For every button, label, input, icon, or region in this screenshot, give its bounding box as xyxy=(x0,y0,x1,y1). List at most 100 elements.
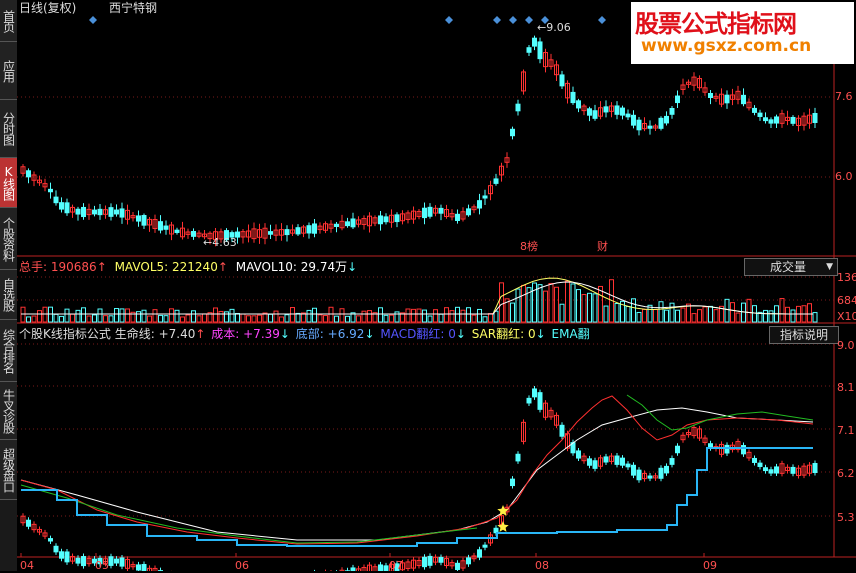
arrow-up-icon: ↑ xyxy=(218,260,228,274)
candle-body xyxy=(588,109,592,115)
volume-bar xyxy=(659,302,663,322)
indicator-candle-body xyxy=(60,552,64,558)
candle-body xyxy=(538,42,542,59)
sidebar-tab-6[interactable]: 综合排名 xyxy=(0,320,17,382)
sidebar-tab-2[interactable]: 分时图 xyxy=(0,100,17,158)
volume-bar xyxy=(736,313,740,322)
indicator-axis-label: 6.2 xyxy=(837,467,855,481)
candle-body xyxy=(76,209,80,214)
sidebar-tab-7[interactable]: 牛叉诊股 xyxy=(0,382,17,440)
volume-bar xyxy=(698,310,702,322)
volume-bar xyxy=(54,314,58,322)
indicator-candle-body xyxy=(109,557,113,566)
volume-bar xyxy=(533,283,537,322)
sidebar-tab-4[interactable]: 个股资料 xyxy=(0,208,17,270)
ma-green-line xyxy=(627,395,813,430)
volume-bar xyxy=(395,312,399,322)
event-label-1[interactable]: 8榜 xyxy=(520,240,538,254)
volume-bar xyxy=(115,309,119,322)
mavol10-value: 29.74万 xyxy=(301,260,347,274)
volume-bar xyxy=(604,306,608,322)
volume-axis-label: X10 xyxy=(837,310,856,324)
indicator-candle-body xyxy=(670,459,674,465)
candle-body xyxy=(527,48,531,53)
ema-label: EMA翻 xyxy=(552,327,590,341)
macd-value: 0 xyxy=(448,327,456,341)
indicator-candle-body xyxy=(27,520,31,526)
volume-bar xyxy=(104,316,108,322)
bottom-line xyxy=(21,448,813,546)
volume-bar xyxy=(780,299,784,322)
indicator-candle-body xyxy=(753,458,757,462)
kline-chart[interactable] xyxy=(17,0,856,571)
candle-body xyxy=(423,208,427,217)
indicator-legend: 个股K线指标公式 生命线: +7.40↑ 成本: +7.39↓ 底部: +6.9… xyxy=(19,327,590,341)
indicator-candle-body xyxy=(483,545,487,547)
volume-bar xyxy=(478,309,482,322)
chevron-down-icon: ▼ xyxy=(826,259,833,275)
sidebar-tab-1[interactable]: 应用 xyxy=(0,42,17,100)
volume-bar xyxy=(555,287,559,322)
candle-body xyxy=(346,222,350,226)
volume-bar xyxy=(164,316,168,322)
price-axis-label: 7.6 xyxy=(835,90,853,104)
volume-bar xyxy=(450,311,454,322)
volume-bar xyxy=(692,314,696,322)
candle-body xyxy=(296,228,300,234)
volume-bar xyxy=(98,309,102,322)
candle-body xyxy=(109,208,113,217)
volume-bar xyxy=(120,309,124,322)
indicator-candle-body xyxy=(659,468,663,478)
sar-label: SAR翻红: xyxy=(472,327,524,341)
volume-bar xyxy=(681,308,685,322)
volume-bar xyxy=(472,315,476,322)
indicator-help-button[interactable]: 指标说明 xyxy=(769,326,839,344)
candle-body xyxy=(192,232,196,237)
indicator-candle-body xyxy=(49,539,53,541)
volume-bar xyxy=(175,310,179,322)
volume-bar xyxy=(637,312,641,322)
indicator-candle-body xyxy=(428,556,432,565)
chart-mode-label[interactable]: 日线(复权) xyxy=(19,1,76,15)
indicator-candle-body xyxy=(769,470,773,473)
candle-body xyxy=(626,114,630,117)
candle-body xyxy=(65,203,69,213)
indicator-candle-body xyxy=(456,563,460,569)
volume-bar xyxy=(406,309,410,322)
volume-bar xyxy=(236,313,240,322)
volume-bar xyxy=(412,309,416,322)
sidebar-tab-3[interactable]: K线图 xyxy=(0,158,17,208)
volume-bar xyxy=(280,317,284,322)
indicator-candle-body xyxy=(76,558,80,563)
volume-bar xyxy=(500,283,504,322)
volume-bar xyxy=(32,316,36,322)
volume-indicator-dropdown[interactable]: 成交量 ▼ xyxy=(744,258,838,276)
volume-bar xyxy=(318,315,322,322)
indicator-candle-body xyxy=(665,466,669,473)
volume-bar xyxy=(247,316,251,322)
indicator-candle-body xyxy=(648,476,652,478)
candle-body xyxy=(142,216,146,226)
indicator-candle-body xyxy=(65,552,69,562)
volume-bar xyxy=(632,299,636,322)
volume-bar xyxy=(582,295,586,322)
candle-body xyxy=(533,38,537,46)
candle-body xyxy=(516,104,520,111)
indicator-name[interactable]: 个股K线指标公式 xyxy=(19,327,111,341)
sidebar-tab-5[interactable]: 自选股 xyxy=(0,270,17,320)
candle-body xyxy=(742,95,746,103)
candle-body xyxy=(775,117,779,123)
volume-legend: 总手: 190686↑ MAVOL5: 221240↑ MAVOL10: 29.… xyxy=(19,260,357,274)
volume-bar xyxy=(791,310,795,322)
volume-bar xyxy=(170,309,174,322)
event-label-2[interactable]: 财 xyxy=(597,240,608,254)
volume-bar xyxy=(219,311,223,322)
volume-bar xyxy=(71,314,75,322)
candle-body xyxy=(269,232,273,235)
volume-bar xyxy=(335,316,339,322)
sidebar-tab-0[interactable]: 首页 xyxy=(0,0,17,42)
arrow-up-icon: ↑ xyxy=(97,260,107,274)
sidebar-tab-8[interactable]: 超级盘口 xyxy=(0,440,17,500)
volume-bar xyxy=(813,313,817,322)
volume-bar xyxy=(241,314,245,322)
